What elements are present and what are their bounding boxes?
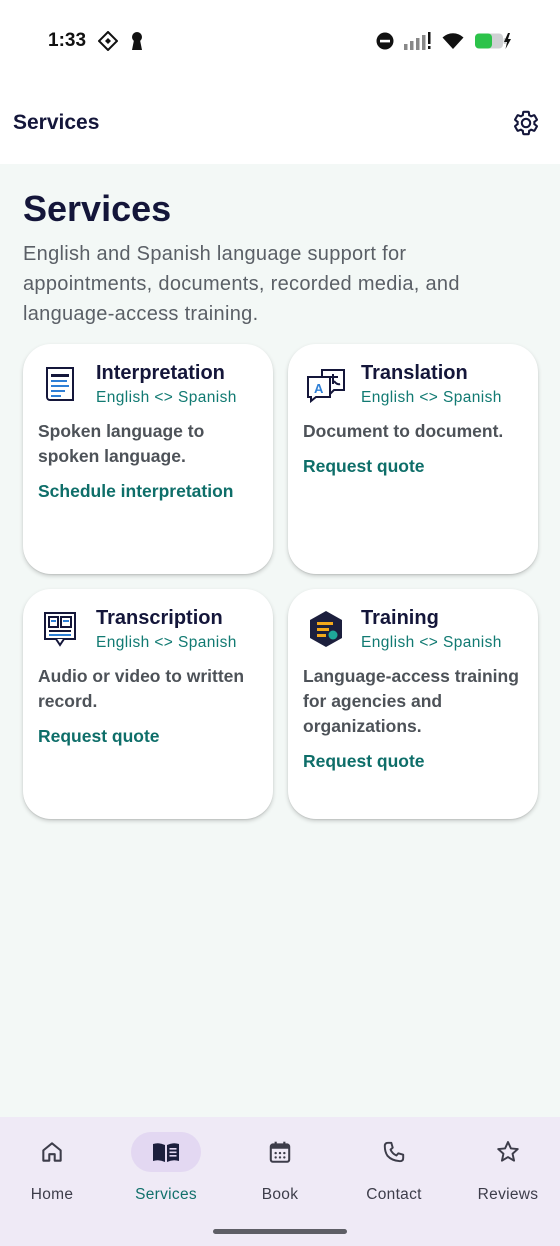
request-quote-link[interactable]: Request quote bbox=[38, 726, 160, 747]
svg-text:A: A bbox=[314, 381, 324, 396]
signal-icon bbox=[404, 32, 432, 50]
card-languages: English <> Spanish bbox=[361, 634, 502, 651]
card-description: Language-access training for agencies an… bbox=[303, 666, 519, 736]
page-title: Services bbox=[23, 188, 172, 229]
nav-pill bbox=[473, 1132, 543, 1172]
nav-item-contact[interactable]: Contact bbox=[338, 1132, 450, 1212]
page-subtitle: English and Spanish language support for… bbox=[23, 243, 460, 325]
card-title: Interpretation bbox=[96, 362, 225, 384]
nav-pill bbox=[17, 1132, 87, 1172]
card-languages: English <> Spanish bbox=[96, 634, 237, 651]
nav-label: Services bbox=[135, 1186, 197, 1203]
app-bar-title: Services bbox=[13, 111, 100, 134]
card-description: Spoken language to spoken language. bbox=[38, 421, 205, 466]
nav-item-reviews[interactable]: Reviews bbox=[452, 1132, 560, 1212]
status-time: 1:33 bbox=[48, 30, 87, 51]
service-card-transcription[interactable]: Transcription English <> Spanish Audio o… bbox=[23, 589, 273, 819]
battery-charging-icon bbox=[474, 32, 512, 50]
settings-button[interactable] bbox=[506, 103, 546, 143]
schedule-interpretation-link[interactable]: Schedule interpretation bbox=[38, 481, 233, 502]
app-bar: Services bbox=[0, 82, 560, 164]
service-card-translation[interactable]: A Translation English <> Spanish Documen… bbox=[288, 344, 538, 574]
home-icon bbox=[42, 1142, 62, 1162]
request-quote-link[interactable]: Request quote bbox=[303, 456, 425, 477]
home-indicator[interactable] bbox=[213, 1229, 347, 1234]
nav-label: Home bbox=[30, 1186, 74, 1203]
card-title: Translation bbox=[361, 362, 468, 384]
nav-pill bbox=[245, 1132, 315, 1172]
nav-pill-active bbox=[131, 1132, 201, 1172]
training-hexagon-icon bbox=[306, 609, 346, 649]
status-left: 1:33 bbox=[48, 30, 144, 52]
service-card-training[interactable]: Training English <> Spanish Language-acc… bbox=[288, 589, 538, 819]
card-title: Transcription bbox=[96, 607, 223, 629]
status-bar: 1:33 bbox=[0, 0, 560, 82]
nav-label: Contact bbox=[366, 1186, 422, 1203]
phone-icon bbox=[383, 1141, 405, 1163]
nav-label: Book bbox=[261, 1186, 299, 1203]
star-icon bbox=[497, 1141, 519, 1162]
translate-bubbles-icon: A bbox=[306, 364, 346, 404]
status-right bbox=[376, 32, 512, 50]
card-languages: English <> Spanish bbox=[96, 389, 237, 406]
nav-item-book[interactable]: Book bbox=[224, 1132, 336, 1212]
wifi-icon bbox=[442, 32, 464, 50]
card-description: Document to document. bbox=[303, 421, 504, 441]
calendar-icon bbox=[269, 1141, 291, 1163]
book-open-icon bbox=[153, 1143, 179, 1162]
card-languages: English <> Spanish bbox=[361, 389, 502, 406]
transcript-screen-icon bbox=[41, 609, 81, 649]
service-card-interpretation[interactable]: Interpretation English <> Spanish Spoken… bbox=[23, 344, 273, 574]
document-lines-icon bbox=[41, 364, 81, 404]
card-description: Audio or video to written record. bbox=[38, 666, 245, 711]
request-quote-link[interactable]: Request quote bbox=[303, 751, 425, 772]
gear-icon bbox=[514, 110, 538, 136]
do-not-disturb-icon bbox=[376, 32, 394, 50]
nav-pill bbox=[359, 1132, 429, 1172]
nav-label: Reviews bbox=[477, 1186, 539, 1203]
nav-item-services[interactable]: Services bbox=[110, 1132, 222, 1212]
card-title: Training bbox=[361, 607, 439, 629]
keyhole-icon bbox=[130, 31, 144, 51]
bottom-nav: Home Services Book Contact Reviews bbox=[0, 1117, 560, 1246]
nav-item-home[interactable]: Home bbox=[0, 1132, 108, 1212]
diamond-nav-icon bbox=[98, 31, 119, 51]
